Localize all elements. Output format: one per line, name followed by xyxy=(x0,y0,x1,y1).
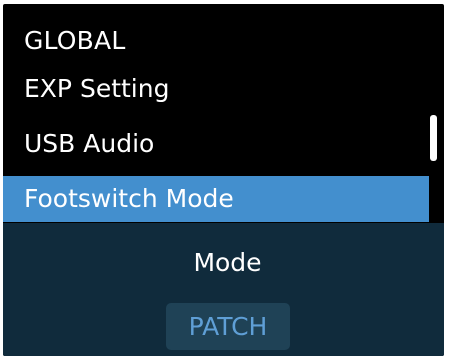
menu-item-usb-audio[interactable]: USB Audio xyxy=(3,121,429,167)
setting-label: Mode xyxy=(193,248,262,277)
menu-item-exp-setting[interactable]: EXP Setting xyxy=(3,66,429,112)
menu-scrollbar[interactable] xyxy=(430,115,437,161)
menu-item-footswitch-mode-selected[interactable]: Footswitch Mode xyxy=(3,176,429,222)
menu-title: GLOBAL xyxy=(24,26,126,55)
menu-item-label: Footswitch Mode xyxy=(24,184,234,213)
device-screen: GLOBAL EXP Setting USB Audio Footswitch … xyxy=(3,4,444,356)
mode-value-button[interactable]: PATCH xyxy=(166,303,290,350)
menu-item-label: EXP Setting xyxy=(24,74,170,103)
mode-setting-panel: Mode PATCH xyxy=(3,223,444,356)
menu-item-label: USB Audio xyxy=(24,129,155,158)
